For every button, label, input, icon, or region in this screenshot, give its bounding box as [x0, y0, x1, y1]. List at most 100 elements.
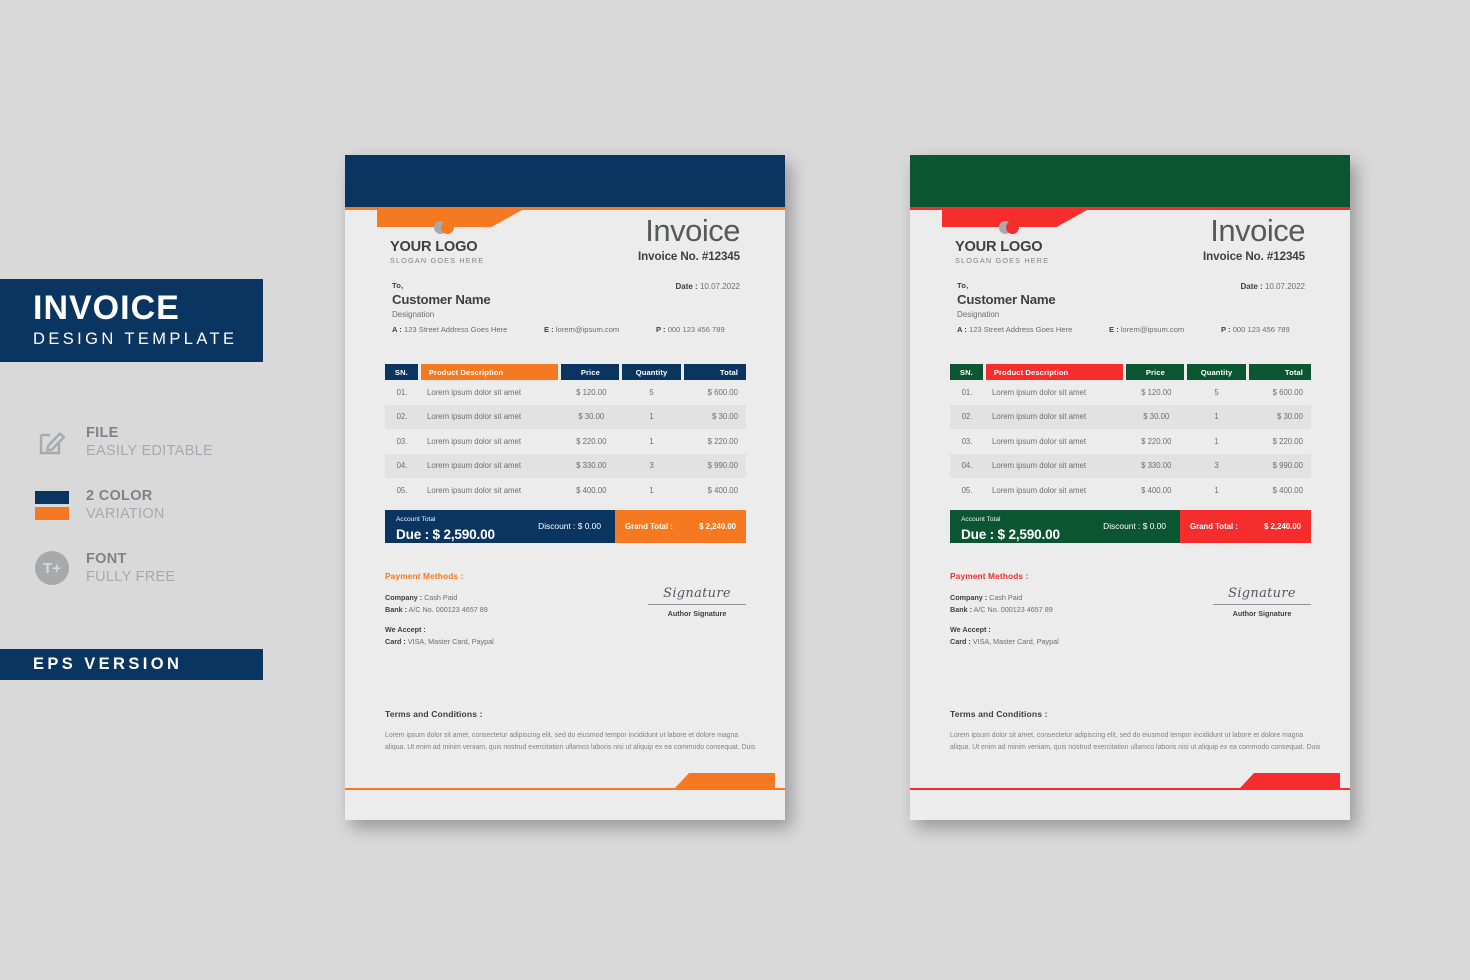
- terms-heading: Terms and Conditions :: [950, 709, 1048, 719]
- promo-title-main: INVOICE: [33, 288, 180, 327]
- cell-quantity: 1: [1214, 485, 1219, 495]
- payment-bank-value: A/C No. 000123 4657 89: [973, 604, 1053, 614]
- payment-company-value: Cash Paid: [989, 593, 1023, 602]
- grand-total-value: $ 2,240.00: [1264, 521, 1301, 531]
- cell-description: Lorem ipsum dolor sit amet: [427, 461, 522, 471]
- cell-quantity: 1: [1214, 412, 1219, 422]
- terms-body: Lorem ipsum dolor sit amet, consectetur …: [950, 732, 1321, 752]
- color-swatch-icon: [33, 486, 71, 524]
- cell-sn: 01.: [396, 387, 408, 397]
- logo-name: YOUR LOGO: [390, 239, 478, 255]
- feature-font-desc: FULLY FREE: [86, 569, 176, 585]
- cell-sn: 05.: [396, 485, 408, 495]
- feature-file: FILE EASILY EDITABLE: [33, 415, 263, 469]
- cell-quantity: 1: [649, 436, 654, 446]
- signature-caption: Author Signature: [1232, 609, 1292, 619]
- promo-feature-list: FILE EASILY EDITABLE 2 COLOR VARIATION T…: [33, 415, 263, 604]
- table-header-row: SN. Product Description Price Quantity T…: [950, 364, 1311, 380]
- table-header-description: Product Description: [985, 364, 1124, 380]
- cell-sn: 03.: [396, 436, 408, 446]
- feature-color-desc: VARIATION: [86, 506, 165, 522]
- invoice-number: Invoice No. #12345: [638, 250, 740, 263]
- cell-quantity: 5: [1214, 387, 1219, 397]
- table-header-sn: SN.: [950, 364, 983, 380]
- invoice-title: Invoice: [645, 213, 740, 248]
- amount-due: Due : $ 2,590.00: [961, 527, 1060, 542]
- customer-designation: Designation: [392, 309, 435, 319]
- signature-caption: Author Signature: [667, 609, 727, 619]
- cell-price: $ 330.00: [1141, 461, 1172, 471]
- font-icon: T+: [33, 549, 71, 587]
- table-header-price: Price: [561, 364, 620, 380]
- table-header-row: SN. Product Description Price Quantity T…: [385, 364, 746, 380]
- contact-phone-value: 000 123 456 789: [667, 325, 725, 334]
- logo: YOUR LOGO SLOGAN GOES HERE: [390, 221, 540, 266]
- cell-total: $ 990.00: [1272, 461, 1303, 471]
- payment-methods-heading: Payment Methods :: [950, 571, 1029, 581]
- table-row: 05. Lorem ipsum dolor sit amet $ 400.00 …: [950, 478, 1311, 503]
- cell-total: $ 220.00: [707, 436, 738, 446]
- cell-description: Lorem ipsum dolor sit amet: [427, 387, 522, 397]
- contact-email-label: E :: [1109, 325, 1119, 334]
- cell-description: Lorem ipsum dolor sit amet: [992, 412, 1087, 422]
- table-row: 05. Lorem ipsum dolor sit amet $ 400.00 …: [385, 478, 746, 503]
- feature-color-text: 2 COLOR VARIATION: [86, 487, 165, 523]
- cell-total: $ 400.00: [1272, 485, 1303, 495]
- cell-description: Lorem ipsum dolor sit amet: [992, 485, 1087, 495]
- terms-block: Terms and Conditions : Lorem ipsum dolor…: [385, 709, 757, 754]
- table-row: 04. Lorem ipsum dolor sit amet $ 330.00 …: [950, 453, 1311, 478]
- totals-bar: Account Total Due : $ 2,590.00 Discount …: [385, 508, 746, 544]
- cell-price: $ 220.00: [1141, 436, 1172, 446]
- feature-font-text: FONT FULLY FREE: [86, 550, 176, 586]
- invoice-number: Invoice No. #12345: [1203, 250, 1305, 263]
- cell-sn: 02.: [396, 412, 408, 422]
- cell-sn: 05.: [961, 485, 973, 495]
- invoice-date-value: 10.07.2022: [699, 282, 740, 291]
- cell-price: $ 120.00: [1141, 387, 1172, 397]
- cell-price: $ 30.00: [1143, 412, 1170, 422]
- logo-name: YOUR LOGO: [955, 239, 1043, 255]
- feature-color-title: 2 COLOR: [86, 487, 153, 504]
- cell-quantity: 5: [649, 387, 654, 397]
- feature-font-title: FONT: [86, 550, 127, 567]
- table-header-quantity: Quantity: [1187, 364, 1246, 380]
- table-header-total: Total: [683, 364, 746, 380]
- contact-address-value: 123 Street Address Goes Here: [968, 325, 1073, 334]
- footer-accent-tab: [675, 773, 775, 788]
- cell-quantity: 3: [649, 461, 654, 471]
- header-bar: [910, 155, 1350, 207]
- promo-title-block: INVOICE DESIGN TEMPLATE: [0, 279, 263, 362]
- cell-total: $ 220.00: [1272, 436, 1303, 446]
- terms-heading: Terms and Conditions :: [385, 709, 483, 719]
- signature-block: Signature Author Signature: [648, 586, 746, 619]
- payment-company-label: Company :: [385, 593, 423, 602]
- invoice-title-block: Invoice Invoice No. #12345: [1203, 215, 1305, 263]
- terms-body: Lorem ipsum dolor sit amet, consectetur …: [385, 732, 756, 752]
- feature-file-desc: EASILY EDITABLE: [86, 443, 213, 459]
- feature-file-text: FILE EASILY EDITABLE: [86, 424, 213, 460]
- contact-phone-label: P :: [656, 325, 666, 334]
- table-header-sn: SN.: [385, 364, 418, 380]
- table-row: 03. Lorem ipsum dolor sit amet $ 220.00 …: [385, 429, 746, 454]
- signature-script: Signature: [1228, 586, 1296, 601]
- contact-row: A : 123 Street Address Goes Here E : lor…: [957, 325, 1305, 334]
- cell-total: $ 600.00: [707, 387, 738, 397]
- invoice-date: Date : 10.07.2022: [675, 282, 740, 291]
- table-row: 01. Lorem ipsum dolor sit amet $ 120.00 …: [950, 380, 1311, 405]
- payment-methods-block: Payment Methods : Company : Cash Paid Ba…: [385, 571, 746, 648]
- cell-price: $ 30.00: [578, 412, 605, 422]
- payment-bank-label: Bank :: [385, 604, 407, 614]
- eps-version-badge: EPS VERSION: [0, 649, 263, 680]
- logo-slogan: SLOGAN GOES HERE: [955, 256, 1050, 266]
- cell-sn: 03.: [961, 436, 973, 446]
- contact-row: A : 123 Street Address Goes Here E : lor…: [392, 325, 740, 334]
- cell-price: $ 400.00: [576, 485, 607, 495]
- table-header-description: Product Description: [420, 364, 559, 380]
- line-items-table: SN. Product Description Price Quantity T…: [950, 364, 1311, 543]
- grand-total-block: Grand Total : $ 2,240.00: [1180, 509, 1311, 543]
- discount-label: Discount : $ 0.00: [1103, 521, 1166, 531]
- contact-address-label: A :: [392, 325, 402, 334]
- account-total-text: Account Total Due : $ 2,590.00: [396, 508, 495, 544]
- grand-total-label: Grand Total :: [1190, 521, 1238, 531]
- cell-description: Lorem ipsum dolor sit amet: [992, 461, 1087, 471]
